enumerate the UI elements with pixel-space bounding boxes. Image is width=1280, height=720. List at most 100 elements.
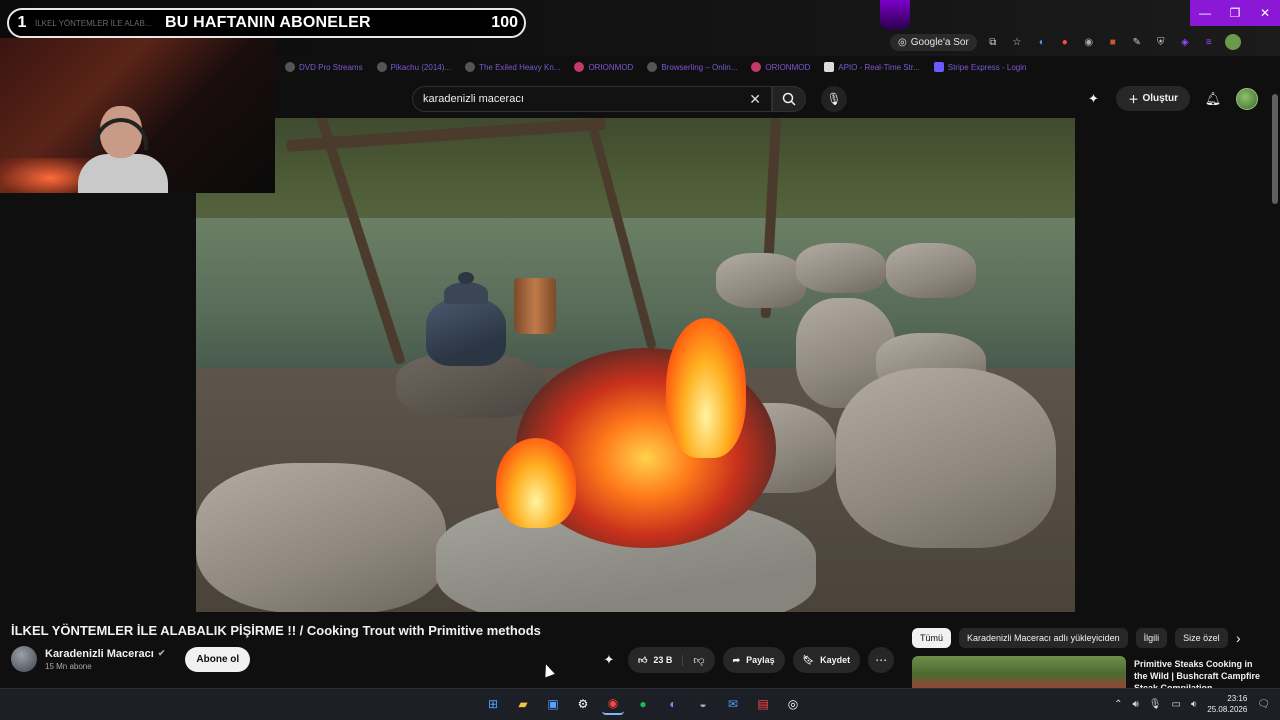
circle-icon [751, 62, 762, 72]
channel-name[interactable]: Karadenizli Maceracı ✔ [45, 648, 165, 660]
clear-search-icon[interactable]: ✕ [749, 91, 761, 108]
share-arrow-icon: ➦ [732, 654, 741, 665]
account-avatar[interactable] [1236, 87, 1258, 110]
puzzle-icon[interactable]: ◈ [1177, 34, 1193, 50]
chip-all[interactable]: Tümü [912, 628, 952, 648]
search-input[interactable]: karadenizli maceracı ✕ [412, 86, 772, 112]
share-button[interactable]: ➦ Paylaş [722, 647, 785, 673]
mail-icon[interactable]: ✉ [722, 693, 744, 715]
like-button[interactable]: 👍︎ 23 B [628, 654, 684, 666]
video-rock [196, 463, 446, 612]
bookmark-item[interactable]: DVD Pro Streams [285, 62, 363, 72]
webcam-overlay [0, 38, 275, 193]
banner-count: 100 [491, 14, 518, 31]
chip-from-channel[interactable]: Karadenizli Maceracı adlı yükleyiciden [959, 628, 1128, 648]
search-button[interactable] [772, 86, 806, 112]
scrollbar-thumb[interactable] [1272, 94, 1278, 204]
close-button[interactable]: ✕ [1250, 0, 1280, 26]
volume-icon[interactable]: 🔉︎ [1191, 699, 1197, 710]
file-explorer-icon[interactable]: ▰ [512, 693, 534, 715]
chip-for-you[interactable]: Size özel [1175, 628, 1228, 648]
triangle-icon [376, 62, 387, 72]
extension-icon[interactable]: ◉ [1081, 34, 1097, 50]
chip-related[interactable]: İlgili [1135, 628, 1168, 648]
app-icon[interactable]: ◒ [692, 693, 714, 715]
bookmark-item[interactable]: The Exiled Heavy Kn... [465, 62, 560, 72]
install-app-icon[interactable]: ⧉ [985, 34, 1001, 50]
video-title: İLKEL YÖNTEMLER İLE ALABALIK PİŞİRME !! … [11, 623, 541, 638]
microphone-icon[interactable]: 🎙︎ [1149, 699, 1162, 710]
google-sor-button[interactable]: ◎ Google'a Sor [890, 33, 977, 51]
taskbar-apps: ⊞ ▰ ▣ ⚙ ◉ ● ◐ ◒ ✉ ▤ ◎ [482, 693, 804, 715]
subscribe-button[interactable]: Abone ol [185, 646, 251, 672]
like-dislike-bar: 👍︎ 23 B 👎︎ [628, 647, 715, 673]
video-player[interactable] [196, 118, 1075, 612]
bookmark-item[interactable]: Pikachu (2014)... [376, 62, 451, 72]
square-icon [933, 62, 944, 72]
search-icon [782, 92, 796, 106]
page-scrollbar[interactable] [1270, 80, 1280, 688]
discord-icon[interactable]: ◐ [662, 693, 684, 715]
more-actions-button[interactable]: ⋯ [868, 647, 895, 673]
chevron-up-icon[interactable]: ⌃ [1114, 699, 1122, 710]
gemini-ask-icon[interactable]: ✦ [598, 649, 620, 671]
speaker-icon[interactable]: 🔊︎ [1132, 699, 1138, 710]
plus-icon: ＋ [1128, 95, 1139, 106]
gemini-icon[interactable]: ✦ [1082, 88, 1104, 110]
spotify-icon[interactable]: ● [632, 693, 654, 715]
extension-icon[interactable]: ◖ [1033, 34, 1049, 50]
bookmark-item[interactable]: Stripe Express - Login [933, 62, 1026, 72]
chrome-icon[interactable]: ◉ [602, 693, 624, 715]
photos-icon[interactable]: ▣ [542, 693, 564, 715]
sidebar-icon[interactable]: ≡ [1201, 34, 1217, 50]
bookmark-item[interactable]: APIO - Real-Time Str... [824, 62, 920, 72]
microphone-icon: 🎙 [826, 92, 842, 106]
recommended-thumbnail[interactable] [912, 656, 1126, 692]
bookmark-item[interactable]: Browserling – Onlin... [647, 62, 737, 72]
video-rock [796, 243, 886, 293]
extension-icon[interactable]: ✎ [1129, 34, 1145, 50]
bookmark-item[interactable]: ORIONMOD [574, 62, 633, 72]
chevron-right-icon[interactable]: › [1236, 630, 1241, 646]
gear-icon [285, 62, 295, 72]
bookmarks-bar: DVD Pro Streams Pikachu (2014)... The Ex… [275, 56, 1280, 78]
notifications-bell-icon[interactable]: 🔔︎ [1202, 88, 1224, 110]
streaming-app-icon[interactable]: ▤ [752, 693, 774, 715]
window-controls: — ❐ ✕ [1190, 0, 1280, 26]
clock[interactable]: 23:16 25.08.2026 [1207, 693, 1247, 715]
voice-search-button[interactable]: 🎙 [821, 86, 847, 112]
profile-avatar[interactable] [1224, 34, 1241, 50]
notification-icon[interactable]: 🗨︎ [1257, 699, 1270, 710]
clock-date: 25.08.2026 [1207, 705, 1248, 714]
subscriber-banner: 1 İLKEL YÖNTEMLER İLE ALAB... BU HAFTANI… [7, 8, 526, 38]
bookmark-item[interactable]: ORIONMOD [751, 62, 810, 72]
bookmark-star-icon[interactable]: ☆ [1009, 34, 1025, 50]
banner-ticker: İLKEL YÖNTEMLER İLE ALAB... [35, 18, 152, 28]
extension-icon[interactable]: ■ [1105, 34, 1121, 50]
minimize-button[interactable]: — [1190, 0, 1220, 26]
circle-icon [574, 62, 585, 72]
steam-icon[interactable]: ⚙ [572, 693, 594, 715]
square-icon [824, 62, 835, 72]
google-sor-label: Google'a Sor [910, 36, 969, 48]
obs-icon[interactable]: ◎ [782, 693, 804, 715]
monitor-icon[interactable]: ▭ [1171, 699, 1180, 710]
video-actions: ✦ 👍︎ 23 B 👎︎ ➦ Paylaş 🔖︎ Kaydet ⋯ [598, 647, 895, 673]
related-chips: Tümü Karadenizli Maceracı adlı yükleyici… [912, 628, 1242, 648]
windows-start-icon[interactable]: ⊞ [482, 693, 504, 715]
banner-rank: 1 [17, 14, 27, 31]
taskbar: ⊞ ▰ ▣ ⚙ ◉ ● ◐ ◒ ✉ ▤ ◎ ⌃ 🔊︎ 🎙︎ ▭ 🔉︎ 23:16… [0, 688, 1280, 720]
video-info: İLKEL YÖNTEMLER İLE ALABALIK PİŞİRME !! … [0, 612, 1280, 693]
save-button[interactable]: 🔖︎ Kaydet [792, 647, 861, 673]
video-rock [836, 368, 1056, 548]
bookmark-icon: 🔖︎ [802, 654, 815, 665]
channel-avatar[interactable] [11, 646, 37, 672]
like-count: 23 B [653, 655, 673, 665]
create-button[interactable]: ＋ Oluştur [1116, 86, 1190, 111]
triangle-icon [465, 62, 476, 72]
maximize-button[interactable]: ❐ [1220, 0, 1250, 26]
dislike-button[interactable]: 👎︎ [683, 654, 714, 667]
shield-icon[interactable]: ⛨ [1153, 34, 1169, 50]
video-flame [666, 318, 746, 458]
extension-icon[interactable]: ● [1057, 34, 1073, 50]
